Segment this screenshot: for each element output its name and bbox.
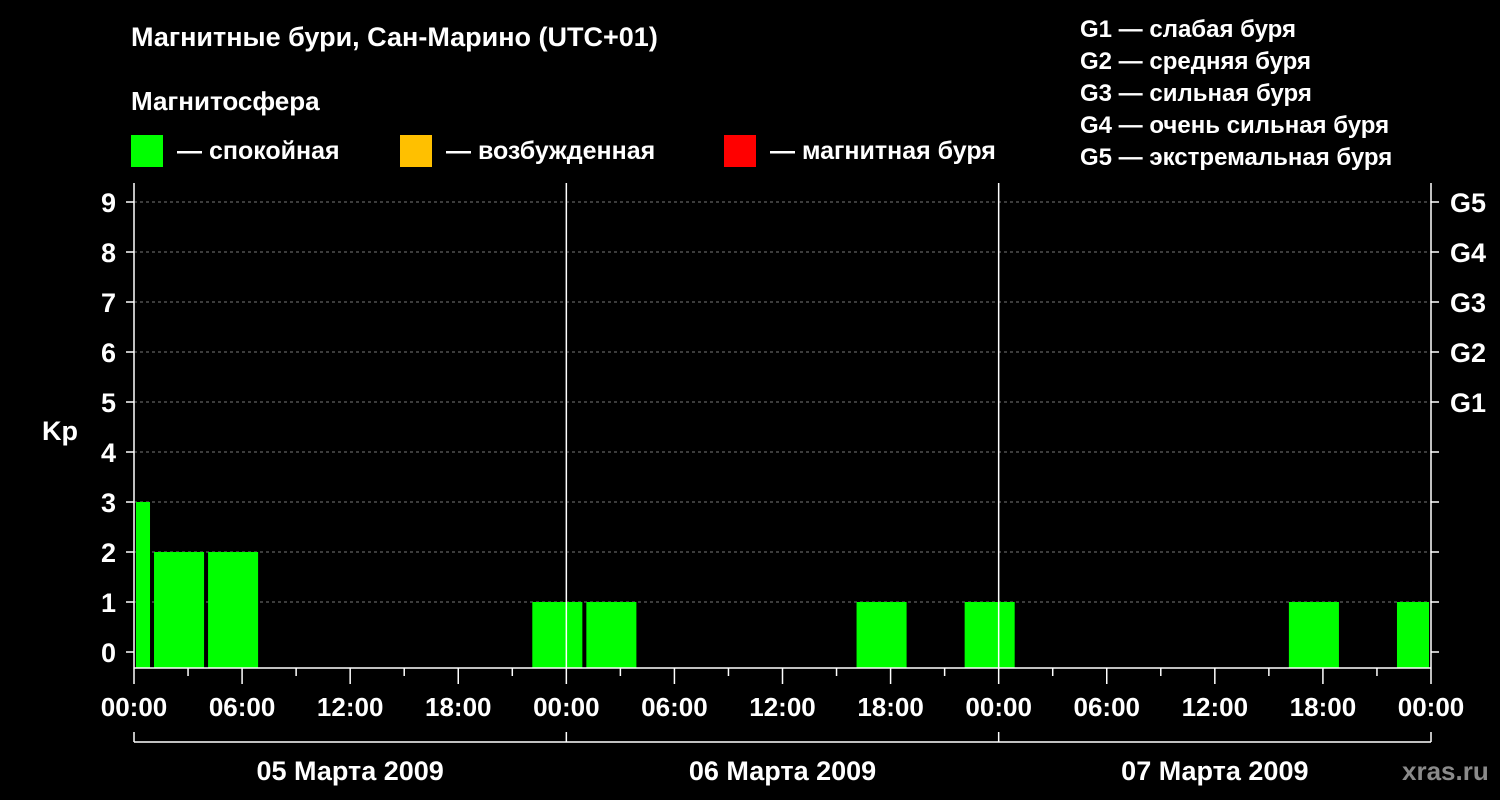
g-tick-label: G4 [1450,238,1486,268]
y-tick-label: 9 [101,188,116,218]
day-label: 05 Марта 2009 [257,756,444,786]
kp-bar [208,552,259,668]
y-tick-label: 5 [101,388,116,418]
x-tick-label: 06:00 [1074,692,1141,722]
y-tick-label: 8 [101,238,116,268]
watermark: xras.ru [1402,756,1489,786]
kp-bar [154,552,205,668]
y-tick-label: 0 [101,638,116,668]
day-label: 07 Марта 2009 [1121,756,1308,786]
kp-bar [964,602,1015,668]
x-tick-label: 00:00 [965,692,1032,722]
x-tick-label: 12:00 [317,692,384,722]
y-tick-label: 3 [101,488,116,518]
x-tick-label: 12:00 [1182,692,1249,722]
y-axis-label: Kp [42,416,78,446]
x-tick-label: 00:00 [533,692,600,722]
g-tick-label: G2 [1450,338,1486,368]
g-tick-label: G1 [1450,388,1486,418]
x-tick-label: 06:00 [209,692,276,722]
y-tick-label: 4 [101,438,116,468]
kp-bar [586,602,637,668]
x-tick-label: 18:00 [425,692,492,722]
x-tick-label: 00:00 [1398,692,1465,722]
kp-chart: 0 1 2 3 4 5 6 7 8 9 G1 G2 G3 G4 G5 Kp 00:00 06:00 12:00 18:… [42,183,1486,786]
g-tick-label: G5 [1450,188,1486,218]
kp-bar [856,602,907,668]
x-tick-label: 06:00 [641,692,708,722]
x-tick-label: 18:00 [857,692,924,722]
y-tick-label: 2 [101,538,116,568]
kp-bar [1288,602,1339,668]
x-tick-label: 00:00 [101,692,168,722]
day-label: 06 Марта 2009 [689,756,876,786]
kp-bar [532,602,583,668]
x-tick-label: 12:00 [749,692,816,722]
g-tick-label: G3 [1450,288,1486,318]
y-tick-label: 1 [101,588,116,618]
y-tick-label: 7 [101,288,116,318]
kp-bar [136,502,151,668]
kp-bar [1396,602,1429,668]
y-tick-label: 6 [101,338,116,368]
x-tick-label: 18:00 [1290,692,1357,722]
